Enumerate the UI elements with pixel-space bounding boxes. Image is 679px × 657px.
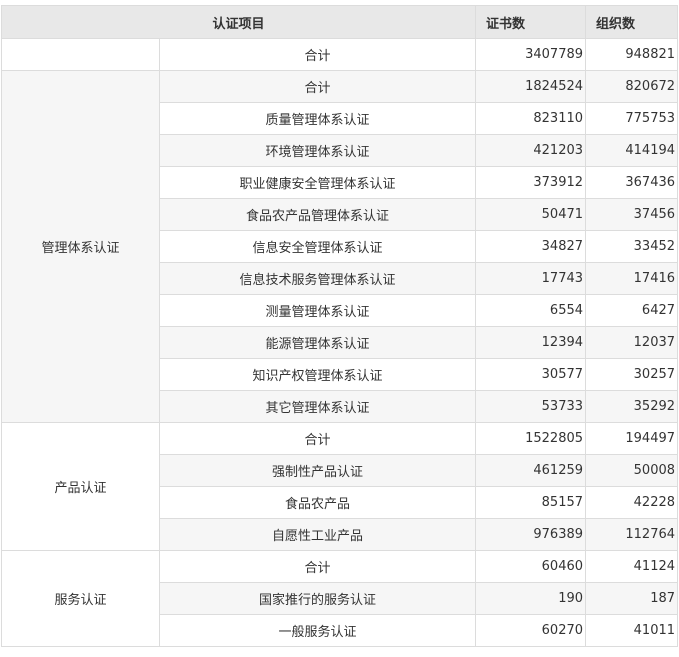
- row-label: 知识产权管理体系认证: [158, 358, 477, 391]
- certification-table: 认证项目 证书数 组织数 合计 3407789 948821 管理体系认证 合计 1…: [0, 5, 679, 647]
- category-cell: 管理体系认证: [1, 70, 160, 423]
- organizations-cell: 948821: [585, 38, 679, 71]
- organizations-cell: 37456: [585, 198, 679, 231]
- row-label: 自愿性工业产品: [158, 518, 477, 551]
- organizations-cell: 187: [585, 582, 679, 615]
- certificates-cell: 60460: [475, 550, 587, 583]
- organizations-cell: 17416: [585, 262, 679, 295]
- organizations-cell: 12037: [585, 326, 679, 359]
- row-label: 国家推行的服务认证: [158, 582, 477, 615]
- certificates-cell: 30577: [475, 358, 587, 391]
- table-row: 合计 3407789 948821: [1, 38, 679, 71]
- row-label: 其它管理体系认证: [158, 390, 477, 423]
- certificates-cell: 50471: [475, 198, 587, 231]
- organizations-cell: 50008: [585, 454, 679, 487]
- row-label: 合计: [158, 70, 477, 103]
- row-label: 测量管理体系认证: [158, 294, 477, 327]
- row-label: 信息技术服务管理体系认证: [158, 262, 477, 295]
- row-label: 合计: [158, 422, 477, 455]
- row-label: 食品农产品: [158, 486, 477, 519]
- organizations-cell: 112764: [585, 518, 679, 551]
- certificates-cell: 17743: [475, 262, 587, 295]
- row-label: 强制性产品认证: [158, 454, 477, 487]
- row-label: 合计: [158, 550, 477, 583]
- row-label: 合计: [158, 38, 477, 71]
- organizations-cell: 367436: [585, 166, 679, 199]
- certificates-cell: 34827: [475, 230, 587, 263]
- certificates-cell: 823110: [475, 102, 587, 135]
- row-label: 环境管理体系认证: [158, 134, 477, 167]
- organizations-cell: 35292: [585, 390, 679, 423]
- organizations-cell: 41124: [585, 550, 679, 583]
- table-row: 产品认证 合计 1522805 194497: [1, 422, 679, 551]
- table-body: 合计 3407789 948821 管理体系认证 合计 1824524 820672 质…: [1, 38, 679, 647]
- certificates-cell: 421203: [475, 134, 587, 167]
- certificates-cell: 373912: [475, 166, 587, 199]
- certificates-cell: 3407789: [475, 38, 587, 71]
- row-label: 食品农产品管理体系认证: [158, 198, 477, 231]
- organizations-cell: 775753: [585, 102, 679, 135]
- organizations-cell: 33452: [585, 230, 679, 263]
- header-organizations: 组织数: [585, 5, 679, 39]
- table-header-row: 认证项目 证书数 组织数: [0, 5, 679, 39]
- certificates-cell: 190: [475, 582, 587, 615]
- organizations-cell: 820672: [585, 70, 679, 103]
- header-item: 认证项目: [0, 5, 477, 39]
- certificates-cell: 461259: [475, 454, 587, 487]
- certificates-cell: 6554: [475, 294, 587, 327]
- certificates-cell: 1824524: [475, 70, 587, 103]
- certificates-cell: 12394: [475, 326, 587, 359]
- row-label: 信息安全管理体系认证: [158, 230, 477, 263]
- certificates-cell: 53733: [475, 390, 587, 423]
- organizations-cell: 194497: [585, 422, 679, 455]
- row-label: 职业健康安全管理体系认证: [158, 166, 477, 199]
- row-label: 一般服务认证: [158, 614, 477, 647]
- category-cell: 产品认证: [1, 422, 160, 551]
- organizations-cell: 41011: [585, 614, 679, 647]
- organizations-cell: 414194: [585, 134, 679, 167]
- certificates-cell: 976389: [475, 518, 587, 551]
- organizations-cell: 42228: [585, 486, 679, 519]
- row-label: 能源管理体系认证: [158, 326, 477, 359]
- certificates-cell: 60270: [475, 614, 587, 647]
- table-row: 服务认证 合计 60460 41124: [1, 550, 679, 647]
- header-certificates: 证书数: [475, 5, 587, 39]
- row-label: 质量管理体系认证: [158, 102, 477, 135]
- category-cell: 服务认证: [1, 550, 160, 647]
- organizations-cell: 6427: [585, 294, 679, 327]
- certificates-cell: 85157: [475, 486, 587, 519]
- organizations-cell: 30257: [585, 358, 679, 391]
- certificates-cell: 1522805: [475, 422, 587, 455]
- table-row: 管理体系认证 合计 1824524 820672: [1, 70, 679, 423]
- category-cell: [1, 38, 160, 71]
